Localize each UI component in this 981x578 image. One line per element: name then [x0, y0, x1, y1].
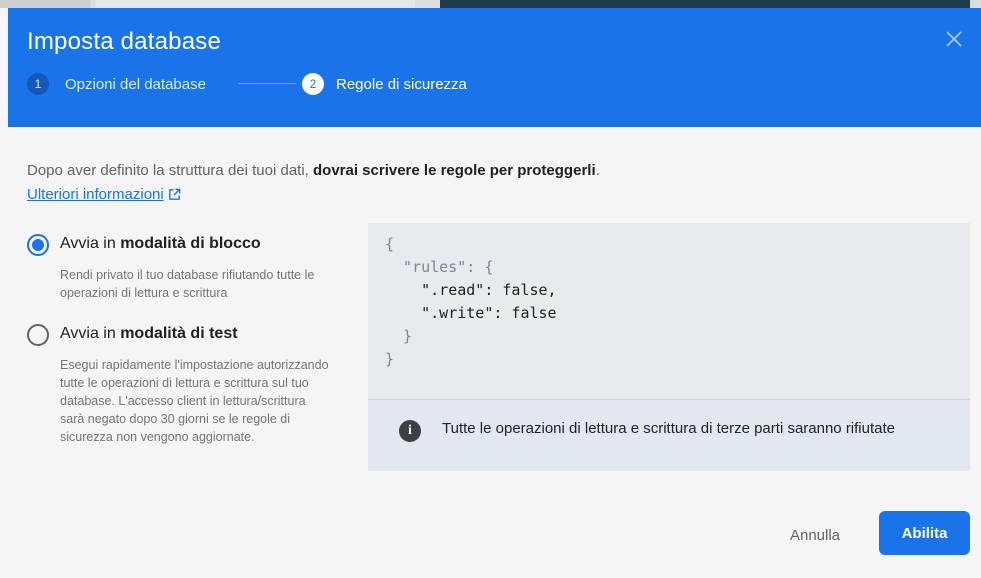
learn-more-link[interactable]: Ulteriori informazioni [27, 186, 182, 203]
info-text: Tutte le operazioni di lettura e scrittu… [442, 420, 896, 437]
option-prefix: Avvia in [60, 235, 121, 252]
close-icon [946, 31, 962, 47]
intro-text: Dopo aver definito la struttura dei tuoi… [27, 162, 600, 179]
close-button[interactable] [942, 27, 966, 51]
setup-database-dialog: Imposta database 1 Opzioni del database … [8, 8, 981, 578]
radio-locked-mode[interactable] [27, 234, 49, 256]
option-description: Esegui rapidamente l'impostazione autori… [60, 358, 329, 444]
code-key: ".write" [385, 304, 494, 322]
code-line: } [385, 327, 413, 345]
code-line: "rules": { [385, 258, 494, 276]
external-link-icon [168, 188, 181, 200]
intro-end: . [595, 162, 600, 179]
option-mode: modalità di test [120, 325, 238, 342]
background-segment [95, 0, 415, 8]
dialog-title: Imposta database [27, 28, 221, 55]
background-segment [440, 0, 970, 8]
dialog-header: Imposta database 1 Opzioni del database … [8, 8, 981, 127]
option-prefix: Avvia in [60, 325, 121, 342]
code-value: : false, [484, 281, 557, 299]
option-mode: modalità di blocco [120, 235, 261, 252]
learn-more-label: Ulteriori informazioni [27, 186, 164, 203]
step-security-rules: 2 Regole di sicurezza [302, 71, 467, 97]
option-title: Avvia in modalità di test [60, 325, 238, 343]
info-icon: i [399, 420, 421, 442]
intro-plain: Dopo aver definito la struttura dei tuoi… [27, 162, 313, 179]
cancel-button[interactable]: Annulla [770, 517, 860, 553]
security-rules-preview: { "rules": { ".read": false, ".write": f… [368, 223, 970, 399]
code-key: ".read" [385, 281, 485, 299]
option-description: Rendi privato il tuo database rifiutando… [60, 268, 315, 300]
enable-button[interactable]: Abilita [879, 511, 970, 555]
code-line: } [385, 350, 395, 368]
step-number: 2 [302, 73, 324, 95]
intro-bold: dovrai scrivere le regole per proteggerl… [313, 162, 596, 179]
code-line: { [385, 235, 395, 253]
option-title: Avvia in modalità di blocco [60, 235, 261, 253]
background-segment [0, 0, 90, 8]
step-number: 1 [27, 73, 49, 95]
step-connector [238, 83, 296, 84]
code-value: : false [493, 304, 557, 322]
radio-test-mode[interactable] [27, 324, 49, 346]
step-label: Regole di sicurezza [336, 75, 467, 93]
info-banner: i Tutte le operazioni di lettura e scrit… [368, 399, 970, 471]
step-database-options: 1 Opzioni del database [27, 71, 206, 97]
rules-code: { "rules": { ".read": false, ".write": f… [385, 233, 557, 371]
step-label: Opzioni del database [65, 75, 206, 93]
background-window-strip [0, 0, 981, 8]
